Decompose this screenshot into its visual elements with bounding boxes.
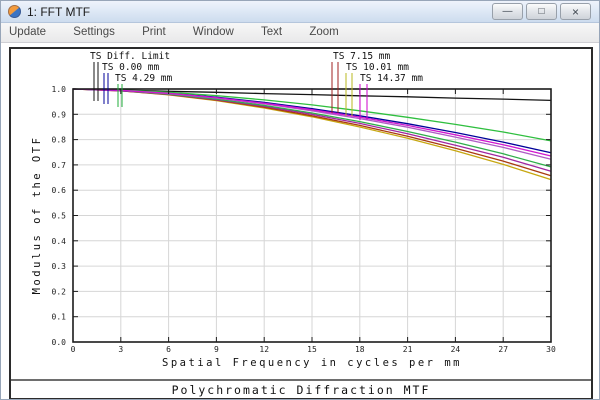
gridlines [73, 89, 551, 342]
x-tick-label: 30 [546, 345, 556, 354]
maximize-button[interactable]: □ [526, 3, 557, 20]
app-window: 1: FFT MTF — □ × Update Settings Print W… [0, 0, 600, 400]
x-tick-label: 12 [259, 345, 269, 354]
menu-zoom[interactable]: Zoom [309, 26, 338, 38]
x-tick-label: 9 [214, 345, 219, 354]
legend-label: TS 7.15 mm [333, 51, 390, 62]
y-tick-label: 0.4 [52, 237, 67, 246]
x-tick-label: 24 [451, 345, 461, 354]
y-tick-label: 0.3 [52, 262, 67, 271]
menu-window[interactable]: Window [193, 26, 234, 38]
menu-settings[interactable]: Settings [73, 26, 115, 38]
x-axis-title: Spatial Frequency in cycles per mm [162, 357, 462, 369]
x-tick-label: 6 [166, 345, 171, 354]
minimize-button[interactable]: — [492, 3, 523, 20]
y-tick-label: 0.0 [52, 338, 67, 347]
x-tick-label: 27 [498, 345, 508, 354]
app-icon[interactable] [8, 5, 21, 18]
y-axis-title: Modulus of the OTF [31, 136, 43, 295]
y-tick-label: 0.9 [52, 110, 67, 119]
y-tick-label: 0.7 [52, 161, 67, 170]
legend-label: TS 14.37 mm [360, 73, 423, 84]
legend-label: TS Diff. Limit [90, 51, 170, 62]
y-tick-label: 0.2 [52, 287, 67, 296]
menu-update[interactable]: Update [9, 26, 46, 38]
y-tick-label: 0.5 [52, 212, 67, 221]
x-tick-label: 15 [307, 345, 317, 354]
menu-text[interactable]: Text [261, 26, 282, 38]
menu-bar: Update Settings Print Window Text Zoom [1, 23, 599, 43]
y-tick-label: 0.6 [52, 186, 67, 195]
x-tick-label: 0 [71, 345, 76, 354]
minimize-icon: — [503, 7, 513, 17]
maximize-icon: □ [538, 7, 544, 17]
mtf-figure: 0 3 6 9 12 15 18 21 24 27 30 0.0 0.1 0.2 0.3 0.4 0.5 0.6 0… [9, 47, 593, 400]
window-controls: — □ × [492, 3, 591, 20]
menu-print[interactable]: Print [142, 26, 166, 38]
legend-label: TS 4.29 mm [115, 73, 172, 84]
window-titlebar[interactable]: 1: FFT MTF — □ × [1, 1, 599, 23]
x-tick-label: 18 [355, 345, 365, 354]
x-tick-label: 3 [118, 345, 123, 354]
tick-labels: 0 3 6 9 12 15 18 21 24 27 30 0.0 0.1 0.2 0.3 0.4 0.5 0.6 0… [52, 85, 556, 354]
y-tick-label: 1.0 [52, 85, 67, 94]
y-tick-label: 0.8 [52, 136, 67, 145]
chart-title: Polychromatic Diffraction MTF [172, 383, 431, 397]
legend-label: TS 0.00 mm [102, 62, 159, 73]
x-tick-label: 21 [403, 345, 413, 354]
chart-legend: TS Diff. LimitTS 0.00 mmTS 4.29 mm TS 7.1… [90, 51, 423, 120]
mtf-chart: 0 3 6 9 12 15 18 21 24 27 30 0.0 0.1 0.2 0.3 0.4 0.5 0.6 0… [9, 47, 593, 400]
y-tick-label: 0.1 [52, 313, 67, 322]
close-button[interactable]: × [560, 3, 591, 20]
window-title: 1: FFT MTF [27, 5, 90, 19]
legend-label: TS 10.01 mm [346, 62, 409, 73]
close-icon: × [572, 7, 579, 17]
